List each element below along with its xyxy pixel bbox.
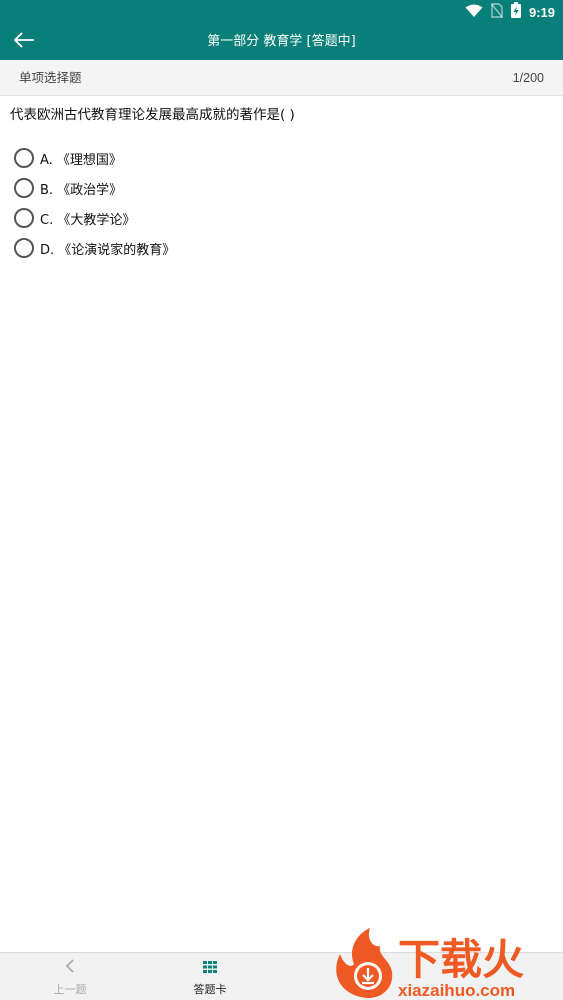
- previous-question-label: 上一题: [53, 982, 87, 996]
- back-button[interactable]: [8, 28, 40, 56]
- answer-options: A. 《理想国》 B. 《政治学》 C. 《大教学论》 D. 《论演说家的教育》: [14, 143, 549, 263]
- question-progress: 1/200: [512, 71, 544, 85]
- answer-card-label: 答题卡: [193, 982, 227, 996]
- page-title: 第一部分 教育学 [答题中]: [207, 34, 356, 49]
- answer-card-button[interactable]: 答题卡: [140, 953, 280, 1000]
- chevron-left-icon: [65, 958, 75, 977]
- option-a[interactable]: A. 《理想国》: [14, 143, 549, 173]
- option-label: D. 《论演说家的教育》: [40, 242, 176, 258]
- battery-charging-icon: [510, 2, 521, 22]
- option-c[interactable]: C. 《大教学论》: [14, 203, 549, 233]
- option-label: B. 《政治学》: [40, 182, 123, 198]
- question-text: 代表欧洲古代教育理论发展最高成就的著作是( ): [10, 107, 295, 123]
- option-label: A. 《理想国》: [40, 152, 122, 168]
- wifi-icon: [465, 3, 483, 22]
- radio-button[interactable]: [14, 208, 34, 228]
- watermark-domain: xiazaihuo.com: [398, 981, 515, 1000]
- question-type-label: 单项选择题: [19, 70, 82, 85]
- app-bar: 第一部分 教育学 [答题中]: [0, 24, 563, 60]
- option-b[interactable]: B. 《政治学》: [14, 173, 549, 203]
- status-time: 9:19: [528, 4, 555, 20]
- option-d[interactable]: D. 《论演说家的教育》: [14, 233, 549, 263]
- status-icons: 9:19: [465, 2, 555, 22]
- grid-icon: [203, 958, 217, 977]
- previous-question-button[interactable]: 上一题: [0, 953, 140, 1000]
- no-sim-icon: [490, 2, 504, 22]
- watermark-logo: 下载火 xiazaihuo.com: [330, 926, 563, 1000]
- radio-button[interactable]: [14, 148, 34, 168]
- flame-logo-icon: [336, 928, 393, 998]
- status-bar: 9:19: [0, 0, 563, 24]
- question-type-bar: 单项选择题 1/200: [0, 60, 563, 96]
- watermark-brand: 下载火: [398, 935, 524, 984]
- option-label: C. 《大教学论》: [40, 212, 136, 228]
- radio-button[interactable]: [14, 238, 34, 258]
- arrow-left-icon: [13, 32, 35, 52]
- radio-button[interactable]: [14, 178, 34, 198]
